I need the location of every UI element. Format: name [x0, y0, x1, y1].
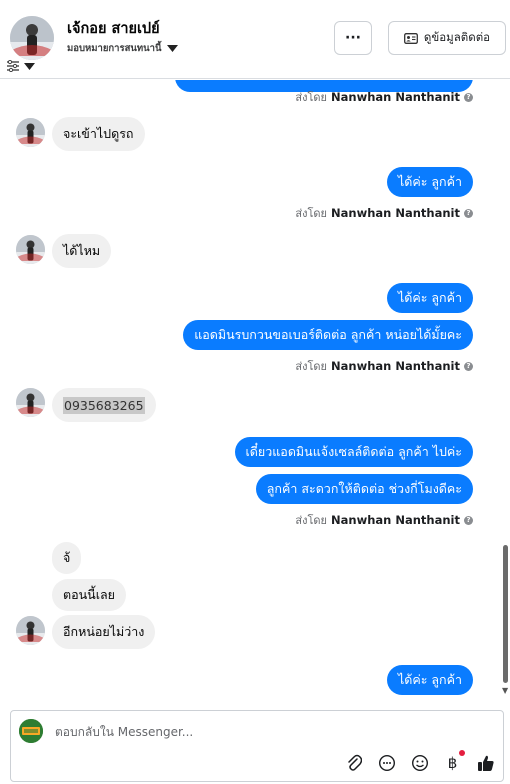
attach-icon — [347, 754, 362, 771]
emoji-icon — [411, 754, 428, 771]
contact-avatar-small — [16, 235, 45, 264]
attach-button[interactable] — [344, 753, 363, 772]
sent-by-label: ส่งโดย Nanwhan Nanthanit? — [295, 88, 473, 106]
scroll-down-arrow-icon[interactable]: ▼ — [502, 686, 508, 695]
notification-dot — [459, 750, 465, 756]
sent-by-label: ส่งโดย Nanwhan Nanthanit? — [295, 204, 473, 222]
phone-number[interactable]: 0935683265 — [63, 396, 145, 414]
more-options-button[interactable]: ··· — [334, 21, 372, 55]
view-contact-info-label: ดูข้อมูลติดต่อ — [423, 30, 491, 44]
info-icon[interactable]: ? — [464, 515, 473, 525]
page-avatar — [19, 719, 43, 743]
contact-avatar-small — [16, 616, 45, 645]
emoji-button[interactable] — [410, 753, 429, 772]
info-icon[interactable]: ? — [464, 92, 473, 102]
baht-icon: ฿ — [447, 753, 458, 772]
message-bubble-outgoing: ได้ค่ะ ลูกค้า — [386, 665, 473, 695]
sent-by-label: ส่งโดย Nanwhan Nanthanit? — [295, 511, 473, 529]
message-bubble-outgoing: เดี๋ยวแอดมินแจ้งเซลล์ติดต่อ ลูกค้า ไปค่ะ — [234, 437, 473, 467]
thumbs-up-icon — [477, 755, 494, 771]
reply-input[interactable] — [55, 721, 455, 743]
sent-by-label: ส่งโดย Nanwhan Nanthanit? — [295, 357, 473, 375]
message-thread[interactable]: ส่งโดย Nanwhan Nanthanit? จะเข้าไปดูรถ ได… — [0, 80, 510, 698]
message-bubble-incoming: ตอนนี้เลย — [52, 579, 126, 611]
filter-icon — [7, 60, 19, 72]
contact-card-icon — [403, 32, 418, 44]
like-button[interactable] — [476, 753, 495, 772]
message-bubble-outgoing: ได้ค่ะ ลูกค้า — [386, 167, 473, 197]
saved-reply-icon — [378, 754, 395, 771]
info-icon[interactable]: ? — [464, 208, 473, 218]
composer-toolbar: ฿ — [344, 750, 495, 772]
message-bubble-incoming: อีกหน่อยไม่ว่าง — [52, 615, 156, 649]
scrollbar-thumb[interactable] — [503, 545, 508, 683]
contact-name: เจ้กอย สายเปย์ — [67, 21, 160, 37]
chevron-down-icon — [166, 45, 178, 52]
assign-label: มอบหมายการสนทนานี้ — [67, 43, 162, 54]
info-icon[interactable]: ? — [464, 361, 473, 371]
message-bubble-incoming-phone: 0935683265 — [52, 388, 156, 422]
message-bubble-outgoing: ลูกค้า สะดวกให้ติดต่อ ช่วงกี่โมงดีคะ — [255, 474, 473, 504]
filter-button[interactable] — [6, 58, 46, 74]
conversation-header: เจ้กอย สายเปย์ มอบหมายการสนทนานี้ ··· ดู… — [0, 0, 510, 79]
contact-avatar[interactable] — [10, 16, 54, 60]
assign-conversation-dropdown[interactable]: มอบหมายการสนทนานี้ — [67, 41, 178, 56]
view-contact-info-button[interactable]: ดูข้อมูลติดต่อ — [388, 21, 506, 55]
contact-avatar-small — [16, 118, 45, 147]
message-bubble-outgoing: ได้ค่ะ ลูกค้า — [386, 283, 473, 313]
reply-composer: ฿ — [10, 710, 504, 782]
message-bubble-outgoing: แอดมินรบกวนขอเบอร์ติดต่อ ลูกค้า หน่อยได้… — [183, 320, 473, 350]
saved-reply-button[interactable] — [377, 753, 396, 772]
message-bubble-incoming: จ้ — [52, 542, 82, 574]
contact-avatar-small — [16, 388, 45, 417]
message-bubble-incoming: จะเข้าไปดูรถ — [52, 117, 145, 151]
more-icon: ··· — [345, 30, 361, 46]
payment-button[interactable]: ฿ — [443, 750, 465, 772]
chevron-down-icon — [24, 62, 35, 70]
message-bubble-incoming: ได้ไหม — [52, 234, 112, 268]
